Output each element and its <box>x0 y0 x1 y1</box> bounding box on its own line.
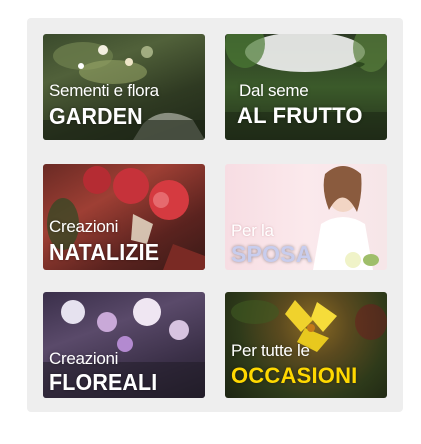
category-grid-panel: Sementi e flora GARDEN Dal seme AL FRUTT… <box>27 18 403 412</box>
tile-subtitle: Sementi e flora <box>49 81 159 100</box>
tile-subtitle: Dal seme <box>239 81 309 100</box>
category-tile-occasioni[interactable]: Per tutte le OCCASIONI <box>225 292 387 398</box>
category-tile-floreali[interactable]: Creazioni FLOREALI <box>43 292 205 398</box>
category-tile-frutto[interactable]: Dal seme AL FRUTTO <box>225 34 387 140</box>
category-tile-garden[interactable]: Sementi e flora GARDEN <box>43 34 205 140</box>
category-tile-sposa[interactable]: Per la SPOSA <box>225 164 387 270</box>
tile-title: OCCASIONI <box>231 363 358 388</box>
tile-subtitle: Creazioni <box>49 217 119 236</box>
tile-title: GARDEN <box>49 103 143 129</box>
tile-subtitle: Per tutte le <box>231 341 310 360</box>
tile-title: SPOSA <box>231 241 313 267</box>
category-tile-natalizie[interactable]: Creazioni NATALIZIE <box>43 164 205 270</box>
tile-title: NATALIZIE <box>49 239 160 265</box>
tile-title: FLOREALI <box>49 369 158 395</box>
tile-subtitle: Per la <box>231 221 274 240</box>
tile-title: AL FRUTTO <box>237 103 363 128</box>
tile-subtitle: Creazioni <box>49 349 119 368</box>
